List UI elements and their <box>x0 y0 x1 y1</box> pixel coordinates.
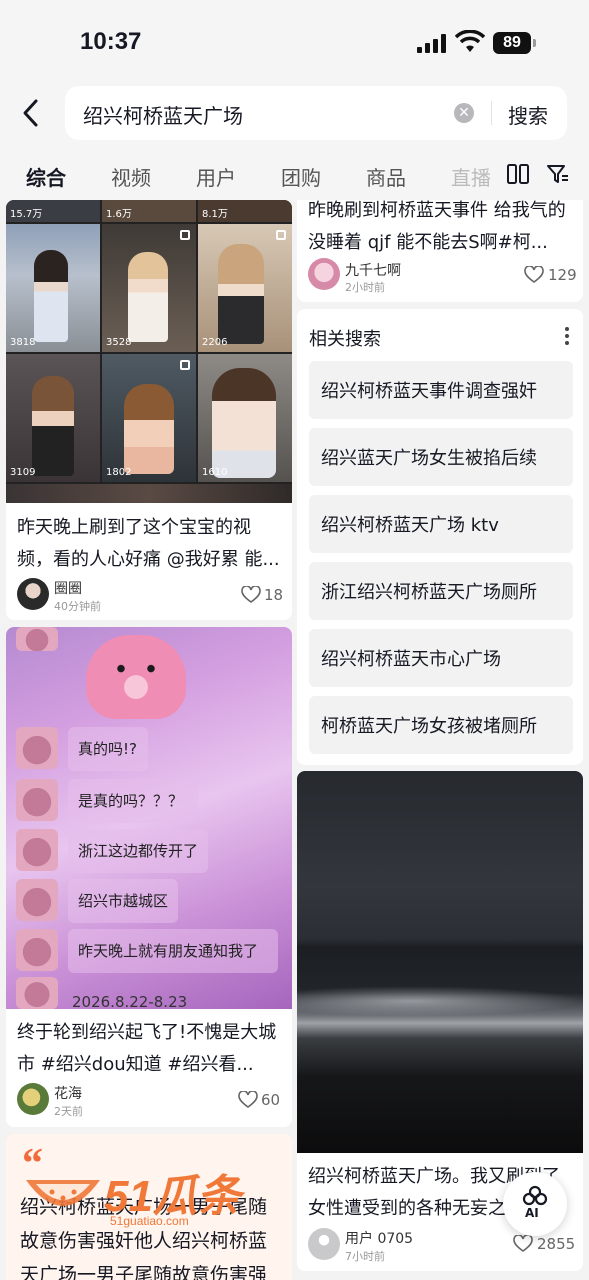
chat-message: 是真的吗？？？ <box>68 779 198 823</box>
like-count: 3818 <box>10 337 36 348</box>
view-count: 15.7万 <box>10 209 43 220</box>
avatar[interactable] <box>308 1228 340 1260</box>
search-box[interactable]: 绍兴柯桥蓝天广场 ✕ 搜索 <box>65 86 567 140</box>
view-count: 8.1万 <box>202 209 228 220</box>
post-time: 2小时前 <box>345 281 385 294</box>
related-search-item[interactable]: 柯桥蓝天广场女孩被堵厕所 <box>309 696 573 754</box>
video-card[interactable]: 真的吗!? 是真的吗？？？ 浙江这边都传开了 绍兴市越城区 昨天晚上就有朋友通知… <box>6 627 292 1127</box>
watermelon-icon <box>26 1180 100 1206</box>
watermark-logo: 51瓜条 51guatiao.com <box>22 1158 242 1236</box>
ai-assistant-button[interactable]: AI <box>503 1172 567 1236</box>
thumbnail[interactable]: 1802 <box>102 354 196 482</box>
search-divider <box>491 101 492 125</box>
clear-icon[interactable]: ✕ <box>454 103 474 123</box>
search-button[interactable]: 搜索 <box>508 100 548 129</box>
watermark-site: 51guatiao.com <box>110 1214 189 1228</box>
tab-users[interactable]: 用户 <box>196 162 236 191</box>
like-count: 1610 <box>202 467 228 478</box>
card-title[interactable]: 昨晚刷到柯桥蓝天事件 给我气的没睡着 qjf 能不能去S啊#柯... <box>308 200 574 259</box>
gallery-icon <box>276 230 286 240</box>
gallery-icon <box>180 230 190 240</box>
thumbnail[interactable]: 3528 <box>102 224 196 352</box>
post-time: 7小时前 <box>345 1250 385 1263</box>
related-search-item[interactable]: 浙江绍兴柯桥蓝天广场厕所 <box>309 562 573 620</box>
wifi-icon <box>455 30 485 52</box>
chat-screenshot: 真的吗!? 是真的吗？？？ 浙江这边都传开了 绍兴市越城区 昨天晚上就有朋友通知… <box>6 627 292 1011</box>
view-count: 1.6万 <box>106 209 132 220</box>
image-grid: 15.7万 1.6万 8.1万 3818 3528 2206 3109 1802 <box>6 200 292 503</box>
back-arrow-icon[interactable] <box>18 96 48 130</box>
video-card[interactable]: 15.7万 1.6万 8.1万 3818 3528 2206 3109 1802 <box>6 200 292 620</box>
search-bar: 绍兴柯桥蓝天广场 ✕ 搜索 <box>0 84 589 146</box>
cellular-signal-icon <box>417 33 447 53</box>
author-name[interactable]: 用户 0705 <box>345 1228 413 1248</box>
author-name[interactable]: 九千七啊 <box>345 260 401 280</box>
clock: 10:37 <box>80 28 142 55</box>
seascape-thumbnail[interactable] <box>297 771 583 1153</box>
like-count: 3109 <box>10 467 36 478</box>
like-count: 2855 <box>537 1235 576 1253</box>
heart-icon[interactable] <box>238 1091 258 1109</box>
heart-icon[interactable] <box>241 586 261 604</box>
layout-toggle-icon[interactable] <box>506 162 530 186</box>
like-count: 3528 <box>106 337 132 348</box>
thumbnail[interactable]: 2206 <box>198 224 292 352</box>
ai-label: AI <box>525 1206 539 1220</box>
chat-message: 真的吗!? <box>68 727 148 771</box>
chat-message: 昨天晚上就有朋友通知我了 <box>68 929 278 973</box>
like-count: 2206 <box>202 337 228 348</box>
chat-message: 浙江这边都传开了 <box>68 829 208 873</box>
like-count: 18 <box>264 586 284 604</box>
ai-icon <box>522 1185 548 1206</box>
more-options-icon[interactable] <box>565 327 569 345</box>
card-title[interactable]: 终于轮到绍兴起飞了!不愧是大城市 #绍兴dou知道 #绍兴看... <box>17 1017 283 1081</box>
status-bar: 10:37 89 <box>0 0 589 84</box>
chat-message: 绍兴市越城区 <box>68 879 178 923</box>
related-search-item[interactable]: 绍兴柯桥蓝天事件调查强奸 <box>309 361 573 419</box>
heart-icon[interactable] <box>513 1235 533 1253</box>
chat-date: 2026.8.22-8.23 <box>72 993 188 1011</box>
avatar[interactable] <box>308 258 340 290</box>
tab-live[interactable]: 直播 <box>451 162 491 191</box>
thumbnail[interactable]: 1610 <box>198 354 292 482</box>
author-name[interactable]: 圈圈 <box>54 578 82 598</box>
post-time: 2天前 <box>54 1105 83 1118</box>
video-card[interactable]: 昨晚刷到柯桥蓝天事件 给我气的没睡着 qjf 能不能去S啊#柯... 九千七啊 … <box>297 200 583 302</box>
search-input[interactable]: 绍兴柯桥蓝天广场 <box>83 100 243 129</box>
like-count: 60 <box>261 1091 281 1109</box>
related-searches-title: 相关搜索 <box>309 329 381 350</box>
tab-products[interactable]: 商品 <box>366 162 406 191</box>
related-search-item[interactable]: 绍兴柯桥蓝天广场 ktv <box>309 495 573 553</box>
battery-indicator: 89 <box>493 32 536 54</box>
post-time: 40分钟前 <box>54 600 101 613</box>
heart-icon[interactable] <box>524 266 544 284</box>
avatar[interactable] <box>17 1083 49 1115</box>
tab-group-buy[interactable]: 团购 <box>281 162 321 191</box>
related-search-item[interactable]: 绍兴柯桥蓝天市心广场 <box>309 629 573 687</box>
avatar[interactable] <box>17 578 49 610</box>
related-search-item[interactable]: 绍兴蓝天广场女生被掐后续 <box>309 428 573 486</box>
like-count: 129 <box>548 266 577 284</box>
like-count: 1802 <box>106 467 132 478</box>
filter-icon[interactable] <box>546 162 570 186</box>
thumbnail[interactable]: 3818 <box>6 224 100 352</box>
thumbnail[interactable]: 3109 <box>6 354 100 482</box>
card-title[interactable]: 昨天晚上刷到了这个宝宝的视频，看的人心好痛 @我好累 能... <box>17 512 283 576</box>
cartoon-image <box>86 635 186 719</box>
tab-comprehensive[interactable]: 综合 <box>26 162 66 191</box>
tab-video[interactable]: 视频 <box>111 162 151 191</box>
gallery-icon <box>180 360 190 370</box>
category-tabs: 综合 视频 用户 团购 商品 直播 <box>0 146 589 200</box>
author-name[interactable]: 花海 <box>54 1083 82 1103</box>
related-searches: 相关搜索 绍兴柯桥蓝天事件调查强奸 绍兴蓝天广场女生被掐后续 绍兴柯桥蓝天广场 … <box>297 309 583 765</box>
